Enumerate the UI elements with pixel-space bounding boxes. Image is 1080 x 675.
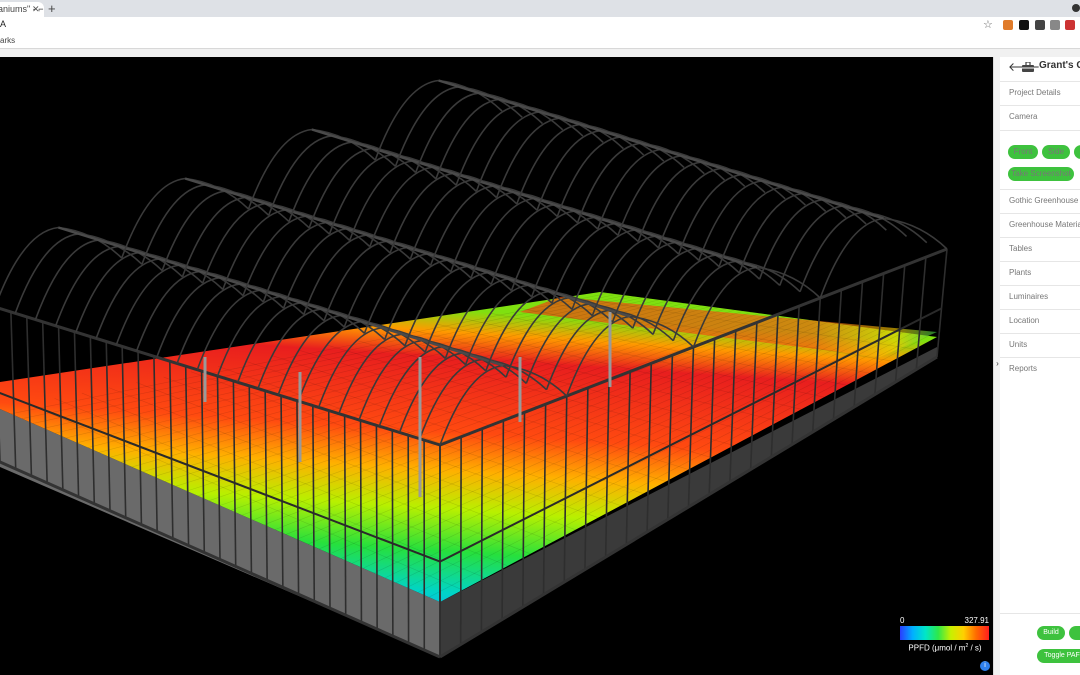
build-button[interactable]: Build xyxy=(1037,626,1065,640)
url-text[interactable]: A xyxy=(0,19,6,29)
wall-post xyxy=(915,257,927,370)
top-view-button[interactable] xyxy=(1074,145,1080,159)
star-icon[interactable]: ☆ xyxy=(983,18,993,31)
section-reports[interactable]: Reports xyxy=(1000,357,1080,381)
panel-footer: Build Toggle PAF xyxy=(1000,613,1080,675)
panel-header: 🡐 Grant's Ge xyxy=(1000,57,1080,79)
side-view-button[interactable]: Side xyxy=(1042,145,1070,159)
section-plants[interactable]: Plants xyxy=(1000,261,1080,285)
legend-color-bar xyxy=(900,626,989,640)
section-units[interactable]: Units xyxy=(1000,333,1080,357)
camera-controls: Front Side Take Screenshot xyxy=(1000,130,1080,188)
section-label: Reports xyxy=(1009,364,1038,373)
section-label: Gothic Greenhouse D xyxy=(1009,196,1080,205)
bookmarks-bar: arks xyxy=(0,34,1080,49)
section-label: Units xyxy=(1009,340,1028,349)
new-tab-button[interactable]: + xyxy=(48,1,56,16)
extension-icon[interactable] xyxy=(1065,20,1075,30)
wall-post xyxy=(480,428,484,633)
wall-post xyxy=(343,415,347,616)
side-panel: 🡐 Grant's Ge Project Details Camera Fron… xyxy=(1000,57,1080,675)
roof-ridge xyxy=(438,79,884,220)
extension-icon[interactable] xyxy=(1003,20,1013,30)
extension-icon[interactable] xyxy=(1050,20,1060,30)
page-top-gap xyxy=(0,49,1080,57)
bookmark-link[interactable]: arks xyxy=(0,36,15,45)
legend-label: PPFD (μmol / m2 / s) xyxy=(908,643,982,653)
window-control-icon[interactable] xyxy=(1072,4,1080,12)
secondary-action-button[interactable] xyxy=(1069,626,1080,640)
greenhouse-render xyxy=(0,79,948,659)
project-title: Grant's Ge xyxy=(1039,60,1080,71)
section-label: Project Details xyxy=(1009,88,1061,97)
section-label: Location xyxy=(1009,316,1040,325)
wall-post xyxy=(359,420,363,623)
front-view-button[interactable]: Front xyxy=(1008,145,1038,159)
section-luminaires[interactable]: Luminaires xyxy=(1000,285,1080,309)
section-label: Luminaires xyxy=(1009,292,1049,301)
wall-post xyxy=(936,248,948,358)
browser-tab[interactable]: aniums" - ⌐ ✕ xyxy=(0,2,44,17)
section-label: Camera xyxy=(1009,112,1038,121)
address-bar[interactable]: A ☆ xyxy=(0,17,1080,34)
greenhouse-3d-viewport[interactable]: 0 327.91 PPFD (μmol / m2 / s) i xyxy=(0,57,993,675)
roof-arch xyxy=(819,217,948,299)
ppfd-color-legend: 0 327.91 PPFD (μmol / m2 / s) xyxy=(897,615,993,665)
extension-icon[interactable] xyxy=(1035,20,1045,30)
legend-min-value: 0 xyxy=(900,616,905,625)
section-gothic-greenhouse[interactable]: Gothic Greenhouse D xyxy=(1000,189,1080,213)
section-label: Greenhouse Materials xyxy=(1009,220,1080,229)
section-label: Plants xyxy=(1009,268,1032,277)
extension-icon[interactable] xyxy=(1019,20,1029,30)
legend-max-value: 327.91 xyxy=(964,616,989,625)
wall-post xyxy=(391,430,394,637)
section-project-details[interactable]: Project Details xyxy=(1000,81,1080,105)
wall-post xyxy=(375,425,378,630)
section-label: Tables xyxy=(1009,244,1033,253)
info-icon[interactable]: i xyxy=(980,661,990,671)
section-camera[interactable]: Camera xyxy=(1000,105,1080,129)
browser-tab-bar: aniums" - ⌐ ✕ + xyxy=(0,0,1080,17)
section-greenhouse-materials[interactable]: Greenhouse Materials xyxy=(1000,213,1080,237)
toolbox-icon xyxy=(1022,62,1034,72)
section-location[interactable]: Location xyxy=(1000,309,1080,333)
section-tables[interactable]: Tables xyxy=(1000,237,1080,261)
toggle-par-button[interactable]: Toggle PAF xyxy=(1037,649,1080,663)
close-tab-icon[interactable]: ✕ xyxy=(32,2,40,17)
take-screenshot-button[interactable]: Take Screenshot xyxy=(1008,167,1074,181)
